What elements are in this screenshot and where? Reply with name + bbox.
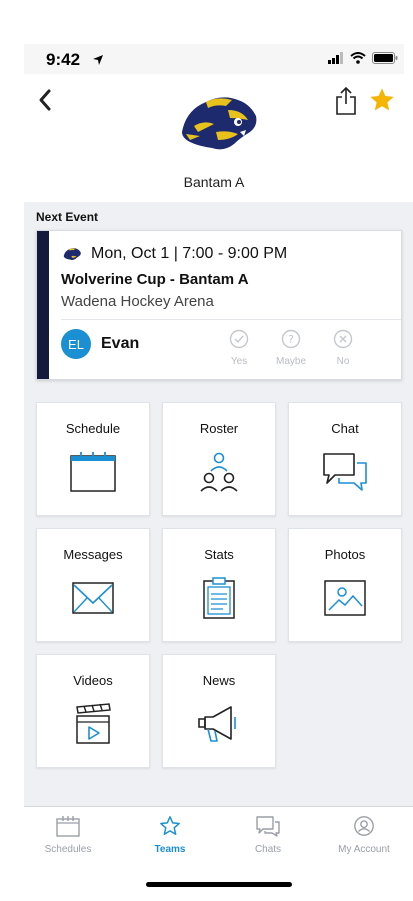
star-icon bbox=[370, 88, 394, 111]
envelope-icon bbox=[72, 582, 114, 614]
rsvp-no-button[interactable]: No bbox=[325, 329, 361, 367]
tab-label: My Account bbox=[338, 844, 390, 855]
player-row: EL Evan bbox=[61, 329, 139, 359]
tile-label: Stats bbox=[204, 547, 234, 562]
tile-videos[interactable]: Videos bbox=[36, 654, 150, 768]
status-icons bbox=[328, 52, 398, 64]
chevron-left-icon bbox=[39, 89, 51, 111]
tab-label: Chats bbox=[254, 844, 282, 855]
event-title: Wolverine Cup - Bantam A bbox=[61, 271, 249, 288]
battery-icon bbox=[372, 52, 398, 64]
tile-label: Videos bbox=[73, 673, 113, 688]
team-logo-icon bbox=[63, 248, 81, 261]
status-bar: 9:42 bbox=[24, 44, 404, 74]
back-button[interactable] bbox=[34, 88, 58, 112]
tile-label: Photos bbox=[324, 547, 366, 562]
tile-label: Messages bbox=[63, 547, 123, 562]
event-stripe bbox=[37, 231, 49, 379]
x-circle-icon bbox=[333, 329, 353, 349]
rsvp-no-label: No bbox=[336, 356, 350, 367]
event-date: Mon, Oct 1 | 7:00 - 9:00 PM bbox=[91, 245, 288, 262]
tab-label: Schedules bbox=[44, 844, 92, 855]
tile-messages[interactable]: Messages bbox=[36, 528, 150, 642]
tile-roster[interactable]: Roster bbox=[162, 402, 276, 516]
calendar-icon bbox=[70, 452, 116, 492]
tab-chats[interactable]: Chats bbox=[228, 815, 308, 855]
share-button[interactable] bbox=[334, 86, 358, 116]
people-icon bbox=[200, 452, 238, 492]
location-arrow-icon bbox=[92, 53, 104, 71]
status-time: 9:42 bbox=[46, 50, 81, 69]
chat-bubbles-icon bbox=[323, 453, 367, 491]
signal-icon bbox=[328, 52, 343, 64]
svg-text:?: ? bbox=[288, 333, 294, 346]
check-circle-icon bbox=[229, 329, 249, 349]
rsvp-maybe-label: Maybe bbox=[275, 356, 306, 367]
tile-label: Roster bbox=[199, 421, 239, 436]
tile-label: Schedule bbox=[65, 421, 121, 436]
tile-chat[interactable]: Chat bbox=[288, 402, 402, 516]
tile-schedule[interactable]: Schedule bbox=[36, 402, 150, 516]
rsvp-yes-label: Yes bbox=[230, 356, 248, 367]
team-dashboard: Next Event Mon, Oct 1 | 7:00 - 9:00 PM W… bbox=[24, 202, 413, 806]
favorite-button[interactable] bbox=[368, 86, 398, 116]
tile-photos[interactable]: Photos bbox=[288, 528, 402, 642]
divider bbox=[61, 319, 401, 320]
tile-label: News bbox=[202, 673, 236, 688]
star-outline-icon bbox=[160, 816, 180, 835]
account-icon bbox=[354, 816, 374, 836]
tab-teams[interactable]: Teams bbox=[130, 815, 210, 855]
team-name: Bantam A bbox=[183, 174, 245, 190]
photo-icon bbox=[324, 580, 366, 616]
chat-bubbles-icon bbox=[256, 816, 280, 837]
tile-label: Chat bbox=[331, 421, 359, 436]
tile-stats[interactable]: Stats bbox=[162, 528, 276, 642]
megaphone-icon bbox=[198, 706, 236, 742]
tab-schedules[interactable]: Schedules bbox=[28, 815, 108, 855]
share-icon bbox=[336, 86, 356, 115]
tab-bar: Schedules Teams Chats My Account bbox=[24, 806, 413, 866]
player-name: Evan bbox=[101, 335, 140, 352]
tile-news[interactable]: News bbox=[162, 654, 276, 768]
avatar: EL bbox=[61, 329, 91, 359]
event-location: Wadena Hockey Arena bbox=[61, 293, 214, 310]
question-circle-icon: ? bbox=[281, 329, 301, 349]
home-indicator bbox=[146, 882, 292, 887]
next-event-label: Next Event bbox=[36, 210, 99, 224]
tab-my-account[interactable]: My Account bbox=[324, 815, 404, 855]
tab-label: Teams bbox=[154, 844, 186, 855]
team-header: Bantam A bbox=[24, 74, 404, 202]
clapperboard-icon bbox=[76, 703, 111, 744]
wifi-icon bbox=[350, 52, 366, 64]
next-event-card[interactable]: Mon, Oct 1 | 7:00 - 9:00 PM Wolverine Cu… bbox=[36, 230, 402, 380]
rsvp-maybe-button[interactable]: ? Maybe bbox=[273, 329, 309, 367]
rsvp-yes-button[interactable]: Yes bbox=[221, 329, 257, 367]
team-logo bbox=[176, 88, 260, 158]
calendar-icon bbox=[56, 816, 80, 837]
clipboard-icon bbox=[203, 577, 235, 619]
